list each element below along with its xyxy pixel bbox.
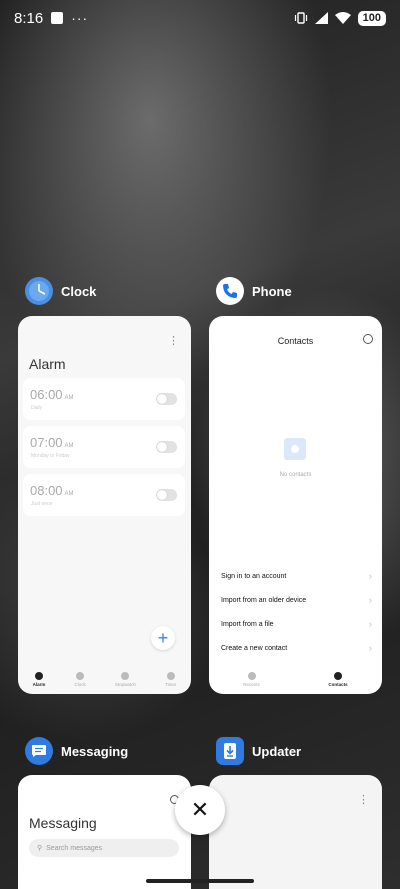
action-label: Import from an older device: [221, 596, 307, 604]
bottom-nav: Alarm Clock Stopwatch Timer: [18, 664, 191, 694]
updater-app-icon: [216, 737, 244, 765]
clock-app-card[interactable]: ⋮ Alarm 06:00 AM Daily 07:00 AM Monday to …: [18, 316, 191, 694]
more-options-icon[interactable]: ⋮: [358, 793, 369, 806]
alarm-toggle[interactable]: [156, 441, 177, 453]
tab-recents[interactable]: Recents: [243, 671, 260, 687]
wifi-icon: [334, 12, 351, 24]
alarm-time: 08:00: [30, 483, 63, 498]
sign-in-account-item[interactable]: Sign in to an account ›: [221, 568, 372, 584]
battery-icon: 100: [357, 10, 386, 26]
hourglass-icon: [166, 671, 175, 680]
more-notifications-icon: ···: [71, 10, 89, 26]
action-label: Create a new contact: [221, 644, 288, 652]
alarm-ampm: AM: [64, 491, 74, 497]
tab-label: Stopwatch: [114, 681, 136, 687]
tab-timer[interactable]: Timer: [165, 671, 177, 687]
alarm-time: 06:00: [30, 387, 63, 402]
page-title: Contacts: [277, 336, 314, 346]
add-alarm-button[interactable]: +: [151, 626, 175, 650]
tab-stopwatch[interactable]: Stopwatch: [114, 671, 136, 687]
vibrate-icon: [294, 12, 307, 24]
alarm-item[interactable]: 07:00 AM Monday to Friday: [23, 426, 185, 468]
alarm-toggle[interactable]: [156, 489, 177, 501]
updater-app-card[interactable]: ⋮: [209, 775, 382, 889]
alarm-ampm: AM: [64, 395, 74, 401]
clock-app-icon: [25, 277, 53, 305]
phone-icon: [247, 671, 256, 680]
search-icon: ⚲: [37, 845, 43, 852]
alarm-repeat: Just once: [31, 501, 53, 507]
settings-icon[interactable]: [363, 334, 373, 344]
stopwatch-icon: [121, 671, 130, 680]
import-older-device-item[interactable]: Import from an older device ›: [221, 592, 372, 608]
tab-label: Timer: [165, 681, 177, 687]
chevron-right-icon: ›: [369, 571, 372, 581]
alarm-item[interactable]: 06:00 AM Daily: [23, 378, 185, 420]
status-time: 8:16: [14, 9, 44, 27]
action-label: Sign in to an account: [221, 572, 287, 580]
page-title: Alarm: [29, 356, 66, 372]
tab-clock[interactable]: Clock: [74, 671, 86, 687]
messaging-app-icon: [25, 737, 53, 765]
create-contact-item[interactable]: Create a new contact ›: [221, 640, 372, 656]
app-header-updater[interactable]: Updater: [216, 737, 301, 765]
notification-icon: [51, 12, 64, 24]
app-header-clock[interactable]: Clock: [25, 277, 96, 305]
alarm-ampm: AM: [64, 443, 74, 449]
import-file-item[interactable]: Import from a file ›: [221, 616, 372, 632]
alarm-repeat: Daily: [31, 405, 43, 411]
search-placeholder: Search messages: [46, 844, 103, 852]
status-bar: 8:16 ··· 100: [0, 0, 400, 36]
messaging-app-card[interactable]: Messaging ⚲ Search messages: [18, 775, 191, 889]
home-indicator[interactable]: [146, 879, 254, 883]
app-name: Phone: [252, 283, 292, 299]
chevron-right-icon: ›: [369, 619, 372, 629]
alarm-repeat: Monday to Friday: [31, 453, 70, 459]
action-label: Import from a file: [221, 620, 274, 628]
tab-label: Alarm: [32, 681, 46, 687]
alarm-time: 07:00: [30, 435, 63, 450]
chevron-right-icon: ›: [369, 643, 372, 653]
chevron-right-icon: ›: [369, 595, 372, 605]
app-header-phone[interactable]: Phone: [216, 277, 292, 305]
app-name: Updater: [252, 743, 302, 759]
tab-alarm[interactable]: Alarm: [32, 671, 46, 687]
tab-contacts[interactable]: Contacts: [328, 671, 348, 687]
signal-icon: [314, 12, 328, 24]
app-name: Clock: [61, 283, 97, 299]
tab-label: Clock: [74, 681, 86, 687]
empty-contacts-icon: [284, 438, 306, 460]
person-icon: [334, 671, 343, 680]
page-title: Messaging: [29, 815, 97, 831]
tab-label: Recents: [243, 681, 260, 687]
app-header-messaging[interactable]: Messaging: [25, 737, 128, 765]
bottom-nav: Recents Contacts: [209, 664, 382, 694]
app-name: Messaging: [61, 743, 129, 759]
more-options-icon[interactable]: ⋮: [168, 334, 179, 347]
tab-label: Contacts: [328, 681, 348, 687]
clear-all-button[interactable]: ✕: [175, 785, 225, 835]
empty-state-text: No contacts: [279, 472, 312, 478]
phone-app-icon: [216, 277, 244, 305]
alarm-toggle[interactable]: [156, 393, 177, 405]
phone-app-card[interactable]: Contacts No contacts Sign in to an accou…: [209, 316, 382, 694]
search-input[interactable]: ⚲ Search messages: [29, 839, 179, 857]
alarm-icon: [34, 671, 43, 680]
alarm-item[interactable]: 08:00 AM Just once: [23, 474, 185, 516]
clock-icon: [76, 671, 85, 680]
